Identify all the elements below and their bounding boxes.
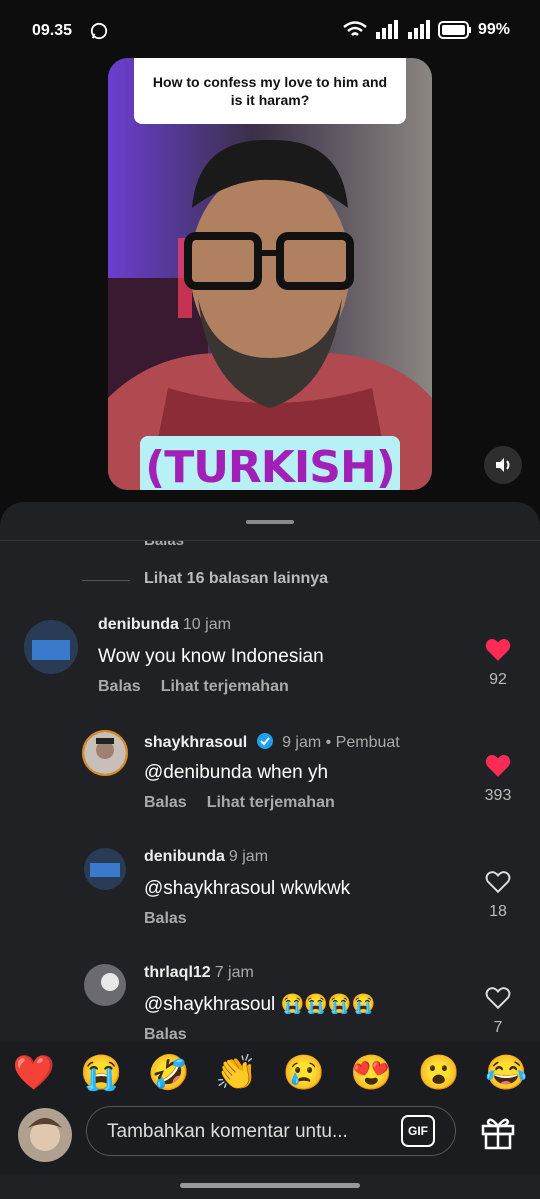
system-icons: 99% — [342, 20, 510, 40]
comment-text: @shaykhrasoul wkwkwk — [144, 878, 351, 899]
video-player[interactable]: How to confess my love to him and is it … — [108, 58, 432, 490]
like-button[interactable]: 393 — [478, 754, 518, 805]
emoji-rofl[interactable]: 🤣 — [148, 1053, 190, 1093]
battery-icon — [437, 21, 471, 39]
like-button[interactable]: 18 — [478, 870, 518, 921]
reply-button[interactable]: Balas — [98, 678, 141, 695]
comment-username[interactable]: thrlaql12 7 jam — [144, 964, 254, 982]
emoji-heart[interactable]: ❤️ — [13, 1053, 55, 1093]
comment-actions: Balas Lihat terjemahan — [98, 678, 309, 696]
comment-input[interactable]: Tambahkan komentar untu... GIF — [86, 1106, 456, 1156]
comment-time: 9 jam — [228, 848, 269, 865]
comment-time: 7 jam — [214, 964, 254, 981]
comment-actions: Balas — [144, 910, 207, 928]
speaker-icon — [496, 458, 510, 472]
like-count: 18 — [489, 903, 507, 920]
caption-text: (TURKISH) — [145, 442, 396, 490]
comment-username[interactable]: shaykhrasoul 9 jam • Pembuat — [144, 732, 400, 752]
question-text: How to confess my love to him and is it … — [152, 74, 388, 108]
translate-button[interactable]: Lihat terjemahan — [161, 678, 289, 695]
emoji-joy[interactable]: 😂 — [485, 1053, 527, 1093]
creator-avatar[interactable] — [82, 730, 128, 776]
avatar-image — [18, 1108, 72, 1162]
avatar-image — [84, 964, 126, 1006]
volume-button[interactable] — [484, 446, 522, 484]
comment-input-placeholder: Tambahkan komentar untu... — [107, 1121, 348, 1142]
heart-filled-icon — [485, 639, 511, 661]
battery-percent: 99% — [477, 21, 510, 38]
wifi-icon — [343, 21, 367, 36]
comment-time: 9 jam • Pembuat — [282, 734, 400, 751]
comment-text: Wow you know Indonesian — [98, 646, 324, 667]
avatar-image — [24, 620, 78, 674]
avatar[interactable] — [84, 964, 126, 1006]
comment-time: 10 jam — [182, 616, 231, 633]
emoji-crying[interactable]: 😭 — [80, 1053, 122, 1093]
status-bar: 09.35 99% — [0, 0, 540, 60]
signal-icon — [375, 20, 398, 39]
emoji-heart-eyes[interactable]: 😍 — [350, 1053, 392, 1093]
verified-icon — [256, 733, 273, 749]
whatsapp-icon — [90, 22, 108, 40]
question-sticker: How to confess my love to him and is it … — [134, 58, 406, 124]
my-avatar — [18, 1108, 72, 1162]
home-indicator[interactable] — [180, 1183, 360, 1188]
comment-text: @shaykhrasoul 😭😭😭😭 — [144, 994, 376, 1015]
reply-button[interactable]: Balas — [144, 910, 187, 927]
emoji-surprised[interactable]: 😮 — [418, 1053, 460, 1093]
translate-button[interactable]: Lihat terjemahan — [207, 794, 335, 811]
comment-text: @denibunda when yh — [144, 762, 329, 783]
emoji-sad[interactable]: 😢 — [283, 1053, 325, 1093]
avatar[interactable] — [24, 620, 78, 674]
view-more-replies[interactable]: Lihat 16 balasan lainnya — [144, 570, 328, 588]
thread-line — [82, 580, 130, 581]
reply-button[interactable]: Balas — [144, 1026, 187, 1043]
avatar-image — [84, 732, 126, 774]
avatar[interactable] — [84, 848, 126, 890]
gif-label: GIF — [408, 1124, 428, 1138]
avatar-image — [84, 848, 126, 890]
like-count: 92 — [489, 671, 507, 688]
emoji-clap[interactable]: 👏 — [215, 1053, 257, 1093]
emoji-quick-bar: ❤️ 😭 🤣 👏 😢 😍 😮 😂 — [0, 1042, 540, 1104]
heart-filled-icon — [485, 755, 511, 777]
comment-username[interactable]: denibunda 9 jam — [144, 848, 268, 866]
heart-outline-icon — [485, 871, 511, 894]
comments-sheet: Balas Lihat 16 balasan lainnya denibunda… — [0, 502, 540, 1199]
like-button[interactable]: 7 — [478, 986, 518, 1037]
video-caption: (TURKISH) — [140, 436, 400, 490]
signal-icon-2 — [407, 20, 430, 39]
like-count: 7 — [493, 1019, 503, 1036]
gif-button[interactable]: GIF — [401, 1115, 435, 1147]
like-count: 393 — [484, 787, 512, 804]
drag-handle[interactable] — [246, 520, 294, 524]
reply-button[interactable]: Balas — [144, 794, 187, 811]
heart-outline-icon — [485, 987, 511, 1010]
gift-icon[interactable] — [478, 1112, 518, 1152]
like-button[interactable]: 92 — [478, 638, 518, 689]
comment-username[interactable]: denibunda 10 jam — [98, 616, 231, 634]
sheet-divider — [0, 540, 540, 541]
comment-composer: Tambahkan komentar untu... GIF — [0, 1102, 540, 1174]
clock: 09.35 — [32, 22, 73, 39]
comment-actions: Balas Lihat terjemahan — [144, 794, 355, 812]
